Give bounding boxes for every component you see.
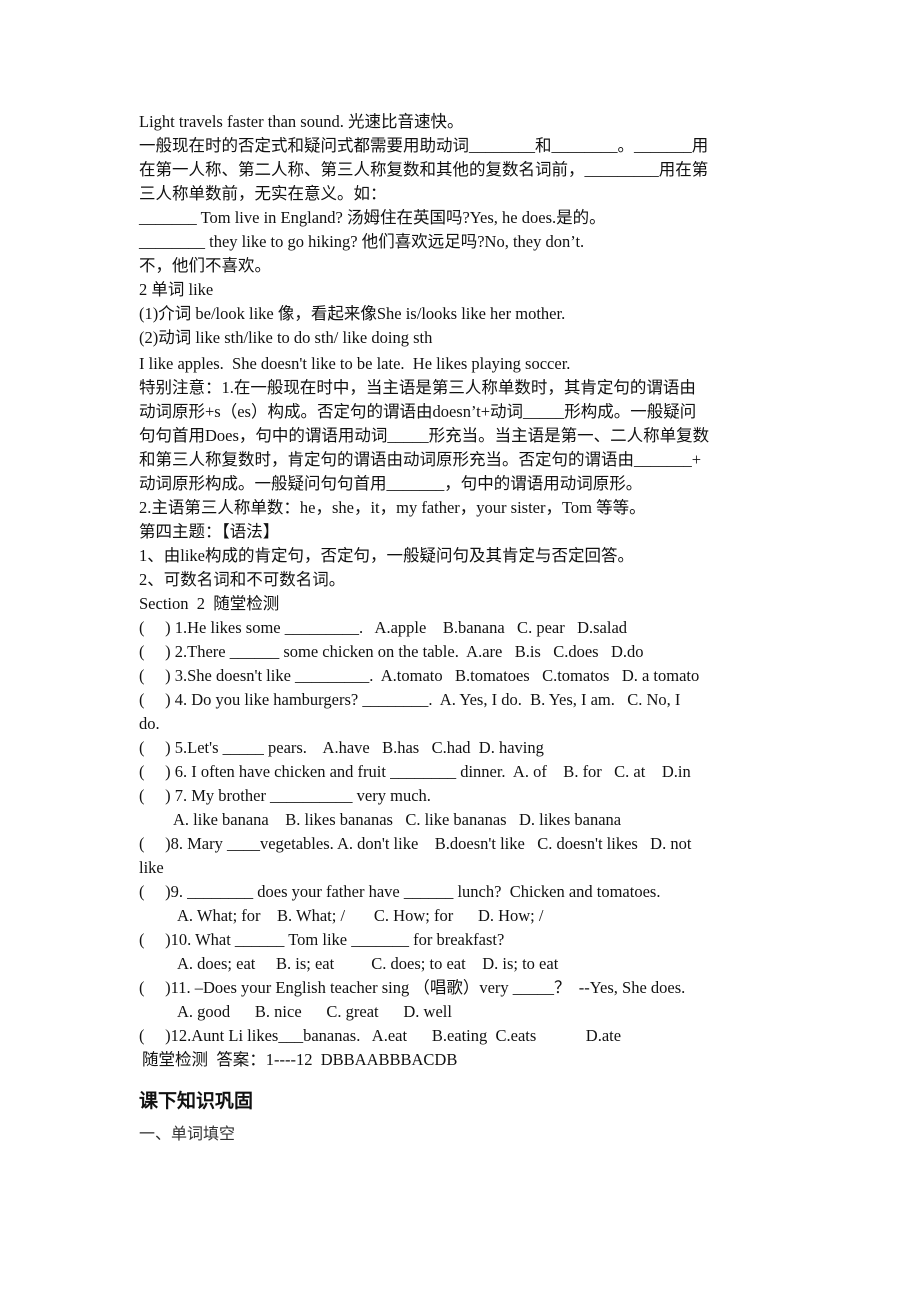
question-9-options: A. What; for B. What; / C. How; for D. H… <box>177 906 544 925</box>
intro-block: Light travels faster than sound. 光速比音速快。… <box>139 110 789 278</box>
intro-line: 在第一人称、第二人称、第三人称复数和其他的复数名词前，_________用在第 <box>139 160 709 179</box>
question-9: ( )9. ________ does your father have ___… <box>139 882 661 901</box>
topic4-point: 2、可数名词和不可数名词。 <box>139 570 346 589</box>
intro-example-line: ________ they like to go hiking? 他们喜欢远足吗… <box>139 232 585 251</box>
notes-block: 特别注意：1.在一般现在时中，当主语是第三人称单数时，其肯定句的谓语由 动词原形… <box>139 376 789 520</box>
question-8-continued: like <box>139 858 164 877</box>
note-line: 动词原形+s（es）构成。否定句的谓语由doesn’t+动词_____形构成。一… <box>139 402 697 421</box>
like-usage-item: (1)介词 be/look like 像，看起来像She is/looks li… <box>139 304 566 323</box>
intro-line: 三人称单数前，无实在意义。如： <box>139 184 387 203</box>
section2-quiz: Section 2 随堂检测 ( ) 1.He likes some _____… <box>139 592 789 1072</box>
question-10: ( )10. What ______ Tom like _______ for … <box>139 930 505 949</box>
note-line: 2.主语第三人称单数：he，she，it，my father，your sist… <box>139 498 646 517</box>
question-11: ( )11. –Does your English teacher sing （… <box>139 978 686 997</box>
note-line: 动词原形构成。一般疑问句句首用_______，句中的谓语用动词原形。 <box>139 474 643 493</box>
question-2: ( ) 2.There ______ some chicken on the t… <box>139 642 644 661</box>
question-1: ( ) 1.He likes some _________. A.apple B… <box>139 618 628 637</box>
question-6: ( ) 6. I often have chicken and fruit __… <box>139 762 691 781</box>
question-7-options: A. like banana B. likes bananas C. like … <box>173 810 622 829</box>
section2-title: Section 2 随堂检测 <box>139 594 280 613</box>
like-examples: I like apples. She doesn't like to be la… <box>139 354 571 373</box>
question-11-options: A. good B. nice C. great D. well <box>177 1002 452 1021</box>
question-10-options: A. does; eat B. is; eat C. does; to eat … <box>177 954 559 973</box>
note-line: 和第三人称复数时，肯定句的谓语由动词原形充当。否定句的谓语由_______+ <box>139 450 702 469</box>
after-class-heading: 课下知识巩固 <box>139 1090 254 1112</box>
note-line: 特别注意：1.在一般现在时中，当主语是第三人称单数时，其肯定句的谓语由 <box>139 378 696 397</box>
question-7: ( ) 7. My brother __________ very much. <box>139 786 431 805</box>
intro-line: 一般现在时的否定式和疑问式都需要用助动词________和________。__… <box>139 136 709 155</box>
intro-example-line: 不，他们不喜欢。 <box>139 256 271 275</box>
document-page: Light travels faster than sound. 光速比音速快。… <box>139 110 789 1146</box>
topic4-title: 第四主题：【语法】 <box>139 522 280 541</box>
topic4-block: 第四主题：【语法】 1、由like构成的肯定句，否定句，一般疑问句及其肯定与否定… <box>139 520 789 592</box>
like-section: 2 单词 like (1)介词 be/look like 像，看起来像She i… <box>139 278 789 376</box>
intro-line: Light travels faster than sound. 光速比音速快。 <box>139 112 464 131</box>
question-4: ( ) 4. Do you like hamburgers? ________.… <box>139 690 681 709</box>
question-12: ( )12.Aunt Li likes___bananas. A.eat B.e… <box>139 1026 622 1045</box>
question-5: ( ) 5.Let's _____ pears. A.have B.has C.… <box>139 738 544 757</box>
like-usage-item: (2)动词 like sth/like to do sth/ like doin… <box>139 328 433 347</box>
note-line: 句句首用Does，句中的谓语用动词_____形充当。当主语是第一、二人称单复数 <box>139 426 710 445</box>
after-class-subtitle: 一、单词填空 <box>139 1124 236 1143</box>
like-section-title: 2 单词 like <box>139 280 214 299</box>
intro-example-line: _______ Tom live in England? 汤姆住在英国吗?Yes… <box>139 208 606 227</box>
question-3: ( ) 3.She doesn't like _________. A.toma… <box>139 666 700 685</box>
question-8: ( )8. Mary ____vegetables. A. don't like… <box>139 834 692 853</box>
topic4-point: 1、由like构成的肯定句，否定句，一般疑问句及其肯定与否定回答。 <box>139 546 634 565</box>
answer-key: 随堂检测 答案：1----12 DBBAABBBACDB <box>142 1050 458 1069</box>
question-4-continued: do. <box>139 714 160 733</box>
